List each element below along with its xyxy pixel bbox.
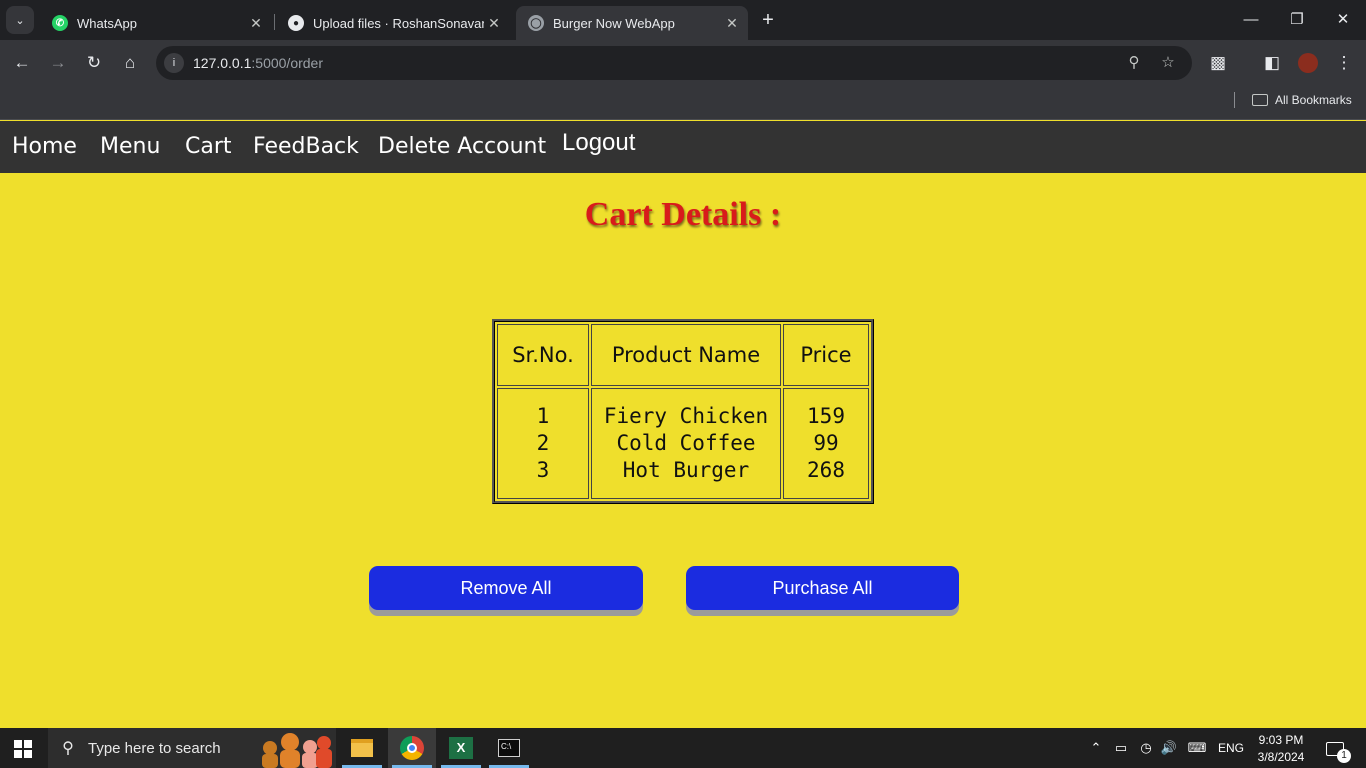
keyboard-icon[interactable]: ⌨ — [1184, 728, 1210, 768]
more-menu-icon[interactable]: ⋮ — [1330, 49, 1358, 77]
cart-table: Sr.No. Product Name Price 1 2 3 Fiery Ch… — [492, 319, 874, 504]
site-info-icon[interactable]: i — [164, 53, 184, 73]
volume-icon[interactable]: 🔊 — [1158, 728, 1180, 768]
clock-date: 3/8/2024 — [1257, 750, 1305, 764]
home-icon[interactable]: ⌂ — [116, 49, 144, 77]
excel-icon[interactable]: X — [437, 728, 485, 768]
purchase-all-button[interactable]: Purchase All — [686, 566, 959, 610]
product-cell: Fiery Chicken Cold Coffee Hot Burger — [591, 388, 781, 499]
table-row: 1 2 3 Fiery Chicken Cold Coffee Hot Burg… — [497, 388, 869, 499]
price-cell: 159 99 268 — [783, 388, 869, 499]
tab-separator — [274, 14, 275, 30]
bookmarks-separator — [1234, 92, 1235, 108]
search-icon: ⚲ — [62, 740, 74, 757]
taskbar: ⚲ Type here to search X C:\ ⌃ ▭ ◷ 🔊 ⌨ EN… — [0, 728, 1366, 768]
whatsapp-icon: ✆ — [52, 15, 68, 31]
close-window-icon[interactable]: ✕ — [1320, 0, 1366, 40]
taskbar-clock[interactable]: 9:03 PM 3/8/2024 — [1250, 732, 1312, 766]
nav-home[interactable]: Home — [12, 134, 77, 159]
browser-tab-strip: ⌄ ✆ WhatsApp ✕ ● Upload files · RoshanSo… — [0, 0, 1366, 40]
restore-icon[interactable]: ❐ — [1274, 0, 1320, 40]
tab-title: Upload files · RoshanSonavane/ — [313, 15, 484, 31]
nav-menu[interactable]: Menu — [100, 134, 160, 159]
column-header-product: Product Name — [591, 324, 781, 386]
page-title: Cart Details : — [584, 196, 782, 233]
nav-feedback[interactable]: FeedBack — [253, 134, 359, 159]
app-navbar: Home Menu Cart FeedBack Delete Account L… — [0, 121, 1366, 173]
nav-logout[interactable]: Logout — [562, 129, 635, 157]
all-bookmarks-button[interactable]: All Bookmarks — [1252, 92, 1352, 108]
extensions-icon[interactable]: ▩ — [1204, 49, 1232, 77]
close-tab-icon[interactable]: ✕ — [246, 15, 266, 32]
srno-value: 3 — [536, 458, 550, 482]
forward-arrow-icon[interactable]: → — [44, 49, 72, 77]
taskbar-search-placeholder: Type here to search — [88, 739, 221, 757]
minimize-icon[interactable]: — — [1228, 0, 1274, 40]
profile-avatar-icon[interactable] — [1294, 49, 1322, 77]
tab-title: Burger Now WebApp — [553, 15, 675, 31]
column-header-price: Price — [783, 324, 869, 386]
address-bar[interactable]: i 127.0.0.1:5000/order ⚲ ☆ — [156, 46, 1192, 80]
battery-icon[interactable]: ▭ — [1110, 728, 1132, 768]
zoom-icon[interactable]: ⚲ — [1124, 53, 1144, 73]
new-tab-plus-icon[interactable]: + — [756, 8, 780, 32]
price-value: 99 — [813, 431, 839, 455]
close-tab-icon[interactable]: ✕ — [484, 15, 504, 32]
chrome-icon[interactable] — [388, 728, 436, 768]
table-header-row: Sr.No. Product Name Price — [497, 324, 869, 386]
show-hidden-icons-icon[interactable]: ⌃ — [1086, 728, 1106, 768]
product-name: Cold Coffee — [616, 431, 756, 455]
srno-cell: 1 2 3 — [497, 388, 589, 499]
tab-search-chevron-icon[interactable]: ⌄ — [6, 6, 34, 34]
bookmarks-bar — [0, 86, 1366, 120]
close-tab-icon[interactable]: ✕ — [722, 15, 742, 32]
reload-icon[interactable]: ↻ — [80, 49, 108, 77]
notification-center-icon[interactable]: 1 — [1320, 728, 1351, 768]
all-bookmarks-label: All Bookmarks — [1275, 93, 1352, 107]
globe-icon: ◯ — [528, 15, 544, 31]
column-header-srno: Sr.No. — [497, 324, 589, 386]
nav-cart[interactable]: Cart — [185, 134, 232, 159]
notification-count: 1 — [1337, 748, 1351, 763]
srno-value: 2 — [536, 431, 550, 455]
github-icon: ● — [288, 15, 304, 31]
terminal-icon[interactable]: C:\ — [485, 728, 533, 768]
file-explorer-icon[interactable] — [338, 728, 386, 768]
tab-burger-now[interactable]: ◯ Burger Now WebApp ✕ — [516, 6, 748, 40]
url-text[interactable]: 127.0.0.1:5000/order — [193, 55, 323, 71]
url-host: 127.0.0.1 — [193, 55, 252, 71]
side-panel-icon[interactable]: ◧ — [1258, 49, 1286, 77]
remove-all-button[interactable]: Remove All — [369, 566, 643, 610]
clock-time: 9:03 PM — [1258, 733, 1304, 747]
nav-delete-account[interactable]: Delete Account — [378, 134, 546, 159]
search-highlight-people-icon — [262, 733, 332, 768]
wifi-icon[interactable]: ◷ — [1136, 728, 1156, 768]
product-name: Fiery Chicken — [603, 404, 769, 428]
browser-toolbar: ← → ↻ ⌂ i 127.0.0.1:5000/order ⚲ ☆ ▩ ◧ ⋮ — [0, 40, 1366, 86]
tab-title: WhatsApp — [77, 15, 137, 31]
bookmark-star-icon[interactable]: ☆ — [1158, 53, 1178, 73]
url-path: :5000/order — [251, 55, 323, 71]
tab-github[interactable]: ● Upload files · RoshanSonavane/ ✕ — [276, 6, 510, 40]
srno-value: 1 — [536, 404, 550, 428]
price-value: 268 — [807, 458, 845, 482]
price-value: 159 — [807, 404, 845, 428]
language-indicator[interactable]: ENG — [1214, 728, 1248, 768]
tab-whatsapp[interactable]: ✆ WhatsApp ✕ — [40, 6, 272, 40]
back-arrow-icon[interactable]: ← — [8, 49, 36, 77]
folder-icon — [1252, 94, 1268, 106]
product-name: Hot Burger — [622, 458, 750, 482]
windows-start-icon[interactable] — [14, 740, 32, 758]
